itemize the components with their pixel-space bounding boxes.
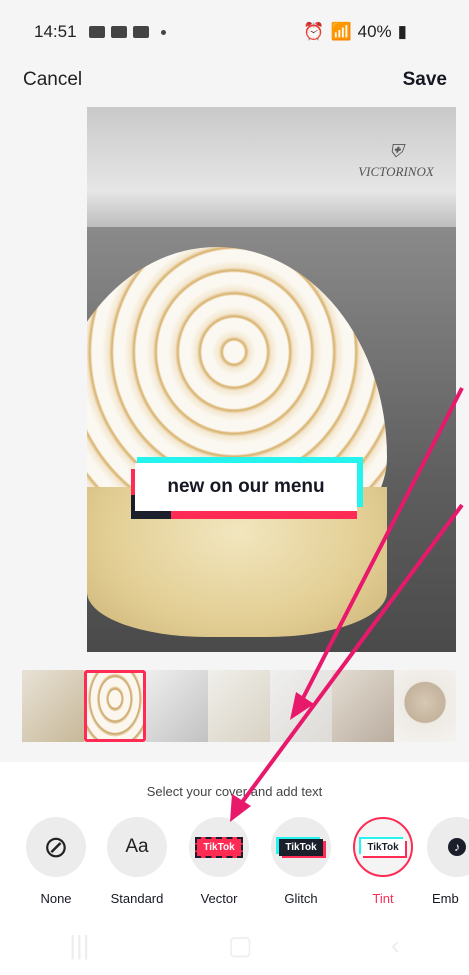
android-navigation-bar: ||| ▢ ‹ bbox=[0, 915, 469, 975]
style-emboss[interactable]: ♪ Emb bbox=[424, 817, 469, 906]
cover-thumbnail-strip[interactable] bbox=[22, 670, 459, 742]
brand-label: ⛨ VICTORINOX bbox=[336, 141, 456, 180]
style-tint-circle: TikTok bbox=[353, 817, 413, 877]
style-emboss-circle: ♪ bbox=[427, 817, 469, 877]
cover-preview: ⛨ VICTORINOX new on our menu bbox=[87, 107, 456, 652]
style-label: Glitch bbox=[284, 891, 318, 906]
calendar-icon bbox=[132, 26, 149, 38]
back-icon[interactable]: ‹ bbox=[391, 930, 400, 961]
style-none[interactable]: ⊘ None bbox=[23, 817, 89, 906]
style-standard-circle: Aa bbox=[107, 817, 167, 877]
home-icon[interactable]: ▢ bbox=[228, 930, 253, 961]
alarm-icon: ⏰ bbox=[303, 22, 325, 41]
header: Cancel Save bbox=[0, 62, 469, 98]
style-label: Standard bbox=[110, 891, 164, 906]
brand-text: VICTORINOX bbox=[358, 164, 434, 179]
style-label: Tint bbox=[372, 891, 394, 906]
thumbnail[interactable] bbox=[270, 670, 332, 742]
tiktok-logo-icon: ♪ bbox=[448, 838, 466, 856]
brand-shield-icon: ⛨ bbox=[389, 141, 403, 161]
battery-percentage: 40% bbox=[357, 22, 392, 41]
prohibited-icon: ⊘ bbox=[43, 830, 69, 864]
sticker-text: new on our menu bbox=[135, 463, 357, 511]
status-left: 14:51 bbox=[34, 22, 166, 42]
thumbnail[interactable] bbox=[208, 670, 270, 742]
instruction-text: Select your cover and add text bbox=[146, 784, 323, 799]
tint-badge: TikTok bbox=[361, 838, 405, 856]
style-glitch-circle: TikTok bbox=[271, 817, 331, 877]
battery-icon: ▮ bbox=[397, 22, 407, 41]
status-right: ⏰ 📶 40% ▮ bbox=[303, 22, 407, 42]
glitch-badge: TikTok bbox=[279, 838, 323, 856]
style-label: None bbox=[40, 891, 72, 906]
status-time: 14:51 bbox=[34, 22, 77, 41]
recent-apps-icon[interactable]: ||| bbox=[69, 930, 89, 961]
notification-dot-icon bbox=[160, 29, 166, 35]
style-label: Vector bbox=[200, 891, 238, 906]
standard-glyph: Aa bbox=[125, 836, 149, 857]
vector-badge: TikTok bbox=[195, 836, 243, 858]
save-button[interactable]: Save bbox=[403, 69, 447, 91]
thumbnail[interactable] bbox=[332, 670, 394, 742]
style-vector[interactable]: TikTok Vector bbox=[186, 817, 252, 906]
thumbnail[interactable] bbox=[146, 670, 208, 742]
thumbnail[interactable] bbox=[22, 670, 84, 742]
cancel-button[interactable]: Cancel bbox=[23, 69, 82, 91]
text-style-row: ⊘ None Aa Standard TikTok Vector TikTok … bbox=[0, 817, 469, 917]
wifi-icon: 📶 bbox=[330, 22, 352, 41]
style-label: Emb bbox=[432, 891, 459, 906]
style-glitch[interactable]: TikTok Glitch bbox=[268, 817, 334, 906]
thumbnail-selected[interactable] bbox=[84, 670, 146, 742]
cover-text-sticker[interactable]: new on our menu bbox=[131, 457, 363, 519]
style-vector-circle: TikTok bbox=[189, 817, 249, 877]
thumbnail[interactable] bbox=[394, 670, 456, 742]
style-standard[interactable]: Aa Standard bbox=[104, 817, 170, 906]
gallery-icon bbox=[110, 26, 127, 38]
status-bar: 14:51 ⏰ 📶 40% ▮ bbox=[0, 0, 469, 64]
style-tint[interactable]: TikTok Tint bbox=[350, 817, 416, 906]
mail-icon bbox=[88, 26, 105, 38]
style-none-circle: ⊘ bbox=[26, 817, 86, 877]
